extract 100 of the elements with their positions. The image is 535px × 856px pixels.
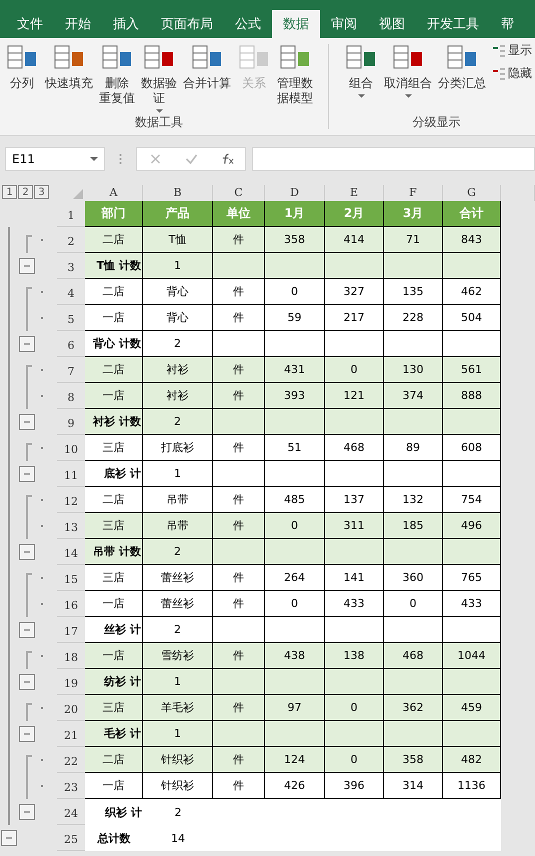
table-cell: 羊毛衫 <box>143 695 213 721</box>
table-cell: 件 <box>213 435 265 461</box>
table-cell: 138 <box>325 643 384 669</box>
table-cell: 0 <box>325 695 384 721</box>
table-cell: 件 <box>213 773 265 799</box>
ribbon-button[interactable]: 快速填充 <box>42 42 96 114</box>
table-cell: 393 <box>265 383 325 409</box>
table-cell: 228 <box>384 305 443 331</box>
collapse-button[interactable] <box>19 726 35 742</box>
table-cell: 二店 <box>85 487 143 513</box>
table-cell: 433 <box>443 591 501 617</box>
table-cell: 总计数 <box>85 825 143 851</box>
table-cell: 1 <box>143 669 213 695</box>
table-cell: 485 <box>265 487 325 513</box>
collapse-button[interactable] <box>19 674 35 690</box>
table-cell: 1月 <box>265 201 325 227</box>
collapse-button[interactable] <box>19 414 35 430</box>
check-icon[interactable] <box>184 153 198 165</box>
ribbon-button[interactable]: 管理数 据模型 <box>274 42 316 114</box>
ribbon-button[interactable]: 隐藏 <box>493 65 532 82</box>
table-cell: 2 <box>143 617 213 643</box>
ribbon-button[interactable]: 删除 重复值 <box>96 42 138 114</box>
table-cell: 51 <box>265 435 325 461</box>
ribbon-button[interactable]: 数据验 证 <box>138 42 180 114</box>
collapse-button[interactable] <box>19 544 35 560</box>
table-cell: 468 <box>325 435 384 461</box>
table-cell: 2月 <box>325 201 384 227</box>
table-cell: 2 <box>143 409 213 435</box>
table-cell: 吊带 计数 <box>85 539 143 565</box>
table-cell: 124 <box>265 747 325 773</box>
table-cell: 吊带 <box>143 487 213 513</box>
table-cell: 135 <box>384 279 443 305</box>
outline-level-button[interactable]: 1 <box>2 185 17 199</box>
table-cell: 89 <box>384 435 443 461</box>
table-cell: 3月 <box>384 201 443 227</box>
ribbon-button[interactable]: 分类汇总 <box>435 42 489 114</box>
table-cell: 358 <box>265 227 325 253</box>
ribbon-tab[interactable]: 页面布局 <box>150 10 224 38</box>
ribbon-button[interactable]: 合并计算 <box>180 42 234 114</box>
table-cell: 358 <box>384 747 443 773</box>
table-cell: 462 <box>443 279 501 305</box>
table-cell: 针织衫 <box>143 747 213 773</box>
table-cell: 561 <box>443 357 501 383</box>
table-cell: 件 <box>213 357 265 383</box>
table-cell: 0 <box>325 747 384 773</box>
function-icon[interactable] <box>220 153 234 165</box>
table-cell: 二店 <box>85 279 143 305</box>
table-cell: 414 <box>325 227 384 253</box>
formula-field[interactable] <box>252 147 535 171</box>
ribbon-tab[interactable]: 插入 <box>102 10 150 38</box>
table-cell: 二店 <box>85 747 143 773</box>
list-icon <box>493 68 505 80</box>
table-cell: 雪纺衫 <box>143 643 213 669</box>
collapse-button[interactable] <box>19 466 35 482</box>
ribbon-tab[interactable]: 审阅 <box>320 10 368 38</box>
outline-level-button[interactable]: 2 <box>18 185 33 199</box>
table-cell: 背心 <box>143 305 213 331</box>
ribbon-button[interactable]: 组合 <box>341 42 381 114</box>
ribbon-tab[interactable]: 文件 <box>6 10 54 38</box>
collapse-button[interactable] <box>19 258 35 274</box>
ribbon-tab[interactable]: 视图 <box>368 10 416 38</box>
name-box[interactable]: E11 <box>5 147 105 171</box>
table-cell: 0 <box>325 357 384 383</box>
table-cell: 件 <box>213 487 265 513</box>
table-cell: 蕾丝衫 <box>143 591 213 617</box>
table-cell: 765 <box>443 565 501 591</box>
table-cell: 843 <box>443 227 501 253</box>
ribbon-button[interactable]: 取消组合 <box>381 42 435 114</box>
collapse-button[interactable] <box>19 336 35 352</box>
table-cell: 衬衫 计数 <box>85 409 143 435</box>
ribbon-tab[interactable]: 数据 <box>272 10 320 38</box>
table-cell: 丝衫 计 <box>85 617 143 643</box>
table-cell: 1 <box>143 461 213 487</box>
group-label: 分级显示 <box>412 114 462 131</box>
table-cell: 433 <box>325 591 384 617</box>
table-cell: 产品 <box>143 201 213 227</box>
table-cell: 纺衫 计 <box>85 669 143 695</box>
table-cell: 一店 <box>85 591 143 617</box>
collapse-button[interactable] <box>19 804 35 820</box>
table-cell: 2 <box>143 331 213 357</box>
ribbon-tab[interactable]: 开始 <box>54 10 102 38</box>
table-cell: 打底衫 <box>143 435 213 461</box>
ribbon-button[interactable]: 分列 <box>2 42 42 114</box>
ribbon-tab[interactable]: 帮 <box>490 10 525 38</box>
table-cell: 1044 <box>443 643 501 669</box>
table-cell: 1 <box>143 253 213 279</box>
table-cell: T恤 计数 <box>85 253 143 279</box>
table-cell: 496 <box>443 513 501 539</box>
table-cell: 一店 <box>85 773 143 799</box>
collapse-button[interactable] <box>19 622 35 638</box>
table-cell: 背心 计数 <box>85 331 143 357</box>
ribbon-button[interactable]: 显示 <box>493 42 532 59</box>
outline-level-button[interactable]: 3 <box>34 185 49 199</box>
table-cell: 311 <box>325 513 384 539</box>
table-cell: 504 <box>443 305 501 331</box>
ribbon-tab[interactable]: 开发工具 <box>416 10 490 38</box>
ribbon-tab[interactable]: 公式 <box>224 10 272 38</box>
collapse-button[interactable] <box>1 830 17 846</box>
table-cell: 件 <box>213 591 265 617</box>
table-cell: 一店 <box>85 643 143 669</box>
